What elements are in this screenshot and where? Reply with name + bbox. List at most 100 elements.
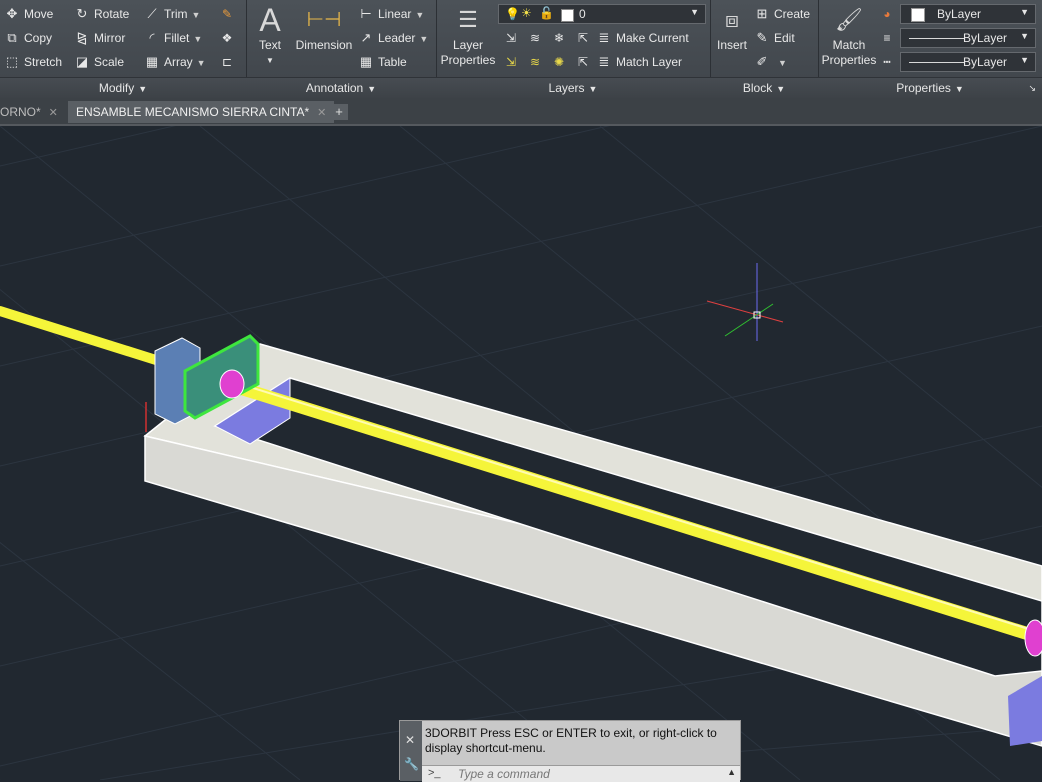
wrench-icon[interactable]: 🔧 <box>404 757 419 771</box>
line-sample <box>909 38 965 39</box>
erase-icon[interactable]: ✎ <box>218 5 236 23</box>
chevron-up-icon[interactable]: ▲ <box>727 767 736 777</box>
unlock-icon: 🔓 <box>539 6 554 20</box>
offset-icon[interactable]: ⊏ <box>218 53 236 71</box>
create-block-button[interactable]: ⊞ Create <box>754 4 810 24</box>
command-prompt-icon[interactable]: >_ <box>428 767 441 779</box>
linetype-icon: ┅ <box>883 55 891 69</box>
linear-dropdown-icon[interactable]: ▼ <box>415 10 424 20</box>
text-dropdown-icon[interactable]: ▼ <box>250 53 290 68</box>
trim-button[interactable]: ⟋ Trim ▼ <box>144 4 200 24</box>
color-wheel-icon: ◕ <box>883 7 891 21</box>
panel-launcher-icon[interactable]: ↘ <box>1028 78 1036 98</box>
layer-properties-button[interactable]: ☰ Layer Properties <box>438 2 498 68</box>
match-properties-icon: 🖌 <box>835 7 863 32</box>
layer-isolate-icon[interactable]: ≋ <box>526 29 544 47</box>
move-icon: ✥ <box>6 6 18 21</box>
layer-freeze-icon[interactable]: ❄ <box>550 29 568 47</box>
array-dropdown-icon[interactable]: ▼ <box>197 58 206 68</box>
scale-button[interactable]: ◪ Scale <box>74 52 124 72</box>
modify-panel-title[interactable]: Modify ▼ <box>0 77 246 98</box>
linetype-dropdown[interactable]: ByLayer ▼ <box>900 28 1036 48</box>
chevron-down-icon: ▼ <box>588 84 598 94</box>
array-button[interactable]: ▦ Array ▼ <box>144 52 206 72</box>
rotate-button[interactable]: ↻ Rotate <box>74 4 130 24</box>
close-icon[interactable]: ✕ <box>49 107 58 119</box>
dimension-icon: ⊢⊣ <box>306 9 342 31</box>
model-space-canvas[interactable] <box>0 126 1042 780</box>
color-swatch <box>911 8 925 22</box>
chevron-down-icon: ▼ <box>954 84 964 94</box>
end-bushing[interactable] <box>1024 619 1042 657</box>
leader-dropdown-icon[interactable]: ▼ <box>419 34 428 44</box>
close-icon[interactable]: ✕ <box>317 107 326 119</box>
attribute-icon: ✐ <box>756 54 768 69</box>
scale-icon: ◪ <box>75 54 89 69</box>
block-attributes-dropdown-icon[interactable]: ▼ <box>778 58 787 68</box>
linear-dimension-icon: ⊢ <box>360 6 372 21</box>
layer-off-icon[interactable]: ⇲ <box>502 29 520 47</box>
match-layer-button[interactable]: ≣ Match Layer <box>596 52 682 72</box>
layer-thaw-icon[interactable]: ✺ <box>550 53 568 71</box>
command-input[interactable]: >_ Type a command ▲ <box>422 765 740 782</box>
color-dropdown[interactable]: ByLayer ▼ <box>900 4 1036 24</box>
text-button[interactable]: A Text ▼ <box>250 2 290 68</box>
stretch-button[interactable]: ⬚ Stretch <box>4 52 62 72</box>
table-icon: ▦ <box>359 54 373 69</box>
match-properties-button[interactable]: 🖌 Match Properties <box>820 2 878 68</box>
sun-icon: ☀ <box>521 6 532 20</box>
fillet-dropdown-icon[interactable]: ▼ <box>193 34 202 44</box>
command-history-text: 3DORBIT Press ESC or ENTER to exit, or r… <box>425 726 717 755</box>
insert-button[interactable]: ⧈ Insert <box>712 2 752 53</box>
fillet-button[interactable]: ◜ Fillet ▼ <box>144 28 202 48</box>
explode-icon[interactable]: ❖ <box>218 29 236 47</box>
chevron-down-icon: ▼ <box>1020 55 1029 65</box>
layers-panel-title[interactable]: Layers ▼ <box>436 77 710 98</box>
command-line-window: ✕ 🔧 3DORBIT Press ESC or ENTER to exit, … <box>399 720 741 782</box>
trim-dropdown-icon[interactable]: ▼ <box>192 10 201 20</box>
lineweight-icon: ≡ <box>883 31 891 45</box>
make-current-icon: ≣ <box>598 30 610 45</box>
mirror-button[interactable]: ⧎ Mirror <box>74 28 126 48</box>
command-input-placeholder: Type a command <box>458 767 550 781</box>
move-button[interactable]: ✥ Move <box>4 4 54 24</box>
layer-lock-icon[interactable]: ⇱ <box>574 29 592 47</box>
ribbon: ✥ Move ⧉ Copy ⬚ Stretch ↻ Rotate ⧎ Mirror ◪ Sc… <box>0 0 1042 99</box>
trim-icon: ⟋ <box>147 6 157 21</box>
command-line-sidebar: ✕ 🔧 <box>400 721 422 781</box>
table-button[interactable]: ▦ Table <box>358 52 407 72</box>
linear-button[interactable]: ⊢ Linear ▼ <box>358 4 424 24</box>
bushing[interactable] <box>219 369 245 399</box>
layer-dropdown[interactable]: 💡 ☀ 🔓 0 ▼ <box>498 4 706 24</box>
layer-unlock-icon[interactable]: ⇱ <box>574 53 592 71</box>
file-tab-active[interactable]: ENSAMBLE MECANISMO SIERRA CINTA* ✕ <box>68 101 335 123</box>
leader-button[interactable]: ↗ Leader ▼ <box>358 28 429 48</box>
block-attributes-button[interactable]: ✐ ▼ <box>754 52 787 72</box>
layer-unisolate-icon[interactable]: ≋ <box>526 53 544 71</box>
lineweight-dropdown[interactable]: ByLayer ▼ <box>900 52 1036 72</box>
copy-button[interactable]: ⧉ Copy <box>4 28 52 48</box>
drawing-viewport[interactable] <box>0 126 1042 780</box>
layer-properties-icon: ☰ <box>458 7 478 32</box>
block-panel-title[interactable]: Block ▼ <box>710 77 818 98</box>
close-icon[interactable]: ✕ <box>405 733 415 747</box>
array-icon: ▦ <box>145 54 159 69</box>
layer-on-icon[interactable]: ⇲ <box>502 53 520 71</box>
layer-color-swatch <box>561 9 574 22</box>
edit-block-button[interactable]: ✎ Edit <box>754 28 795 48</box>
chevron-down-icon: ▼ <box>367 84 377 94</box>
file-tab[interactable]: ORNO* ✕ <box>0 101 66 123</box>
stretch-icon: ⬚ <box>5 54 19 69</box>
orbit-crosshair-icon <box>706 263 784 341</box>
insert-block-icon: ⧈ <box>725 7 739 32</box>
properties-panel-title[interactable]: Properties ▼ ↘ <box>818 77 1042 98</box>
make-current-button[interactable]: ≣ Make Current <box>596 28 689 48</box>
text-icon: A <box>259 2 281 38</box>
line-sample <box>909 62 965 63</box>
leader-icon: ↗ <box>360 30 372 45</box>
create-block-icon: ⊞ <box>756 6 768 21</box>
new-tab-button[interactable]: + <box>330 104 348 120</box>
annotation-panel-title[interactable]: Annotation ▼ <box>246 77 436 98</box>
chevron-down-icon: ▼ <box>1020 7 1029 17</box>
dimension-button[interactable]: ⊢⊣ Dimension <box>294 2 354 53</box>
